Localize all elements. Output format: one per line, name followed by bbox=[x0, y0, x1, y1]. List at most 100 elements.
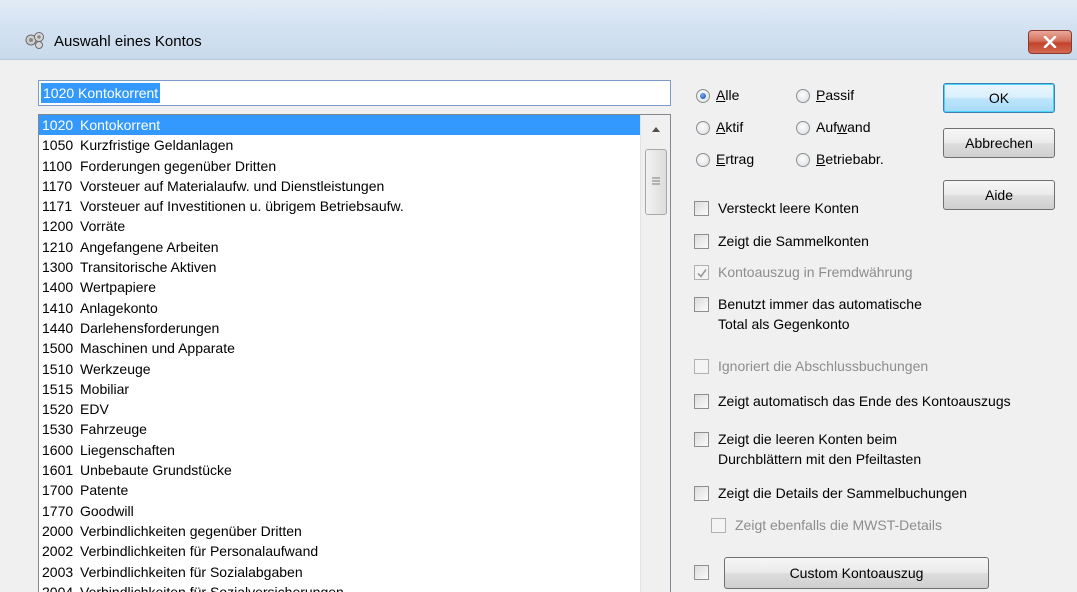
account-number: 1500 bbox=[42, 340, 74, 357]
account-number: 1515 bbox=[42, 380, 74, 397]
radio-passif-indicator[interactable] bbox=[796, 89, 810, 103]
account-number: 2004 bbox=[42, 583, 74, 592]
account-list-item[interactable]: 2004 Verbindlichkeiten für Sozialversiche… bbox=[39, 582, 641, 592]
option-hide-empty-accounts-checkbox[interactable] bbox=[694, 201, 709, 216]
vertical-scrollbar[interactable] bbox=[640, 115, 670, 592]
account-list-item[interactable]: 1520 EDV bbox=[39, 399, 641, 419]
account-number: 1020 bbox=[42, 117, 74, 133]
account-list-item[interactable]: 1210 Angefangene Arbeiten bbox=[39, 237, 641, 257]
search-input-value: 1020 Kontokorrent bbox=[41, 83, 161, 103]
account-search-input[interactable]: 1020 Kontokorrent bbox=[38, 80, 671, 106]
radio-aktif-indicator[interactable] bbox=[696, 121, 710, 135]
option-foreign-currency-label: Kontoauszug in Fremdwährung bbox=[718, 264, 913, 280]
account-number: 1050 bbox=[42, 137, 74, 154]
close-icon bbox=[1043, 36, 1057, 48]
help-button[interactable]: Aide bbox=[943, 180, 1055, 210]
custom-statement-button[interactable]: Custom Kontoauszug bbox=[724, 557, 989, 589]
scroll-thumb[interactable] bbox=[645, 149, 667, 215]
window-title: Auswahl eines Kontos bbox=[54, 33, 202, 50]
account-list-item[interactable]: 2002 Verbindlichkeiten für Personalaufwan… bbox=[39, 541, 641, 561]
account-number: 1440 bbox=[42, 319, 74, 336]
ok-button[interactable]: OK bbox=[943, 83, 1055, 113]
close-button[interactable] bbox=[1028, 30, 1072, 54]
account-name: Vorräte bbox=[80, 218, 126, 235]
account-name: Forderungen gegenüber Dritten bbox=[80, 157, 277, 174]
account-number: 1100 bbox=[42, 157, 73, 174]
radio-alle-indicator[interactable] bbox=[696, 89, 710, 103]
option-custom-statement-checkbox[interactable] bbox=[694, 565, 709, 580]
account-list-item[interactable]: 2000 Verbindlichkeiten gegenüber Dritten bbox=[39, 521, 641, 541]
option-hide-empty-accounts-label: Versteckt leere Konten bbox=[718, 200, 859, 216]
account-name: Goodwill bbox=[80, 502, 134, 519]
account-list[interactable]: 1020 Kontokorrent 1050 Kurzfristige Geldanl… bbox=[38, 114, 671, 592]
account-list-item[interactable]: 1050 Kurzfristige Geldanlagen bbox=[39, 135, 641, 155]
radio-betriebabr-indicator[interactable] bbox=[796, 153, 810, 167]
option-collective-entry-details-label: Zeigt die Details der Sammelbuchungen bbox=[718, 485, 968, 501]
radio-aufwand-indicator[interactable] bbox=[796, 121, 810, 135]
account-list-item[interactable]: 1530 Fahrzeuge bbox=[39, 419, 641, 439]
dialog-window: Auswahl eines Kontos 1020 Kontokorrent 1… bbox=[0, 0, 1077, 592]
account-list-item[interactable]: 1200 Vorräte bbox=[39, 216, 641, 236]
account-list-item[interactable]: 1170 Vorsteuer auf Materialaufw. und Dien… bbox=[39, 176, 641, 196]
option-empty-accounts-arrow-keys-checkbox[interactable] bbox=[694, 432, 709, 447]
account-list-item[interactable]: 1410 Anlagekonto bbox=[39, 298, 641, 318]
option-vat-details-checkbox bbox=[711, 518, 726, 533]
radio-passif-label: Passif bbox=[816, 87, 855, 103]
account-number: 1400 bbox=[42, 279, 74, 296]
option-show-end-of-statement-checkbox[interactable] bbox=[694, 394, 709, 409]
radio-ertrag-indicator[interactable] bbox=[696, 153, 710, 167]
account-list-item[interactable]: 1100 Forderungen gegenüber Dritten bbox=[39, 156, 641, 176]
account-list-item[interactable]: 2003 Verbindlichkeiten für Sozialabgaben bbox=[39, 562, 641, 582]
option-empty-accounts-arrow-keys-label: Zeigt die leeren Konten beim Durchblätter… bbox=[718, 431, 922, 467]
account-name: Kurzfristige Geldanlagen bbox=[80, 137, 234, 154]
account-number: 1200 bbox=[42, 218, 74, 235]
account-list-item[interactable]: 1300 Transitorische Aktiven bbox=[39, 257, 641, 277]
account-list-item[interactable]: 1600 Liegenschaften bbox=[39, 440, 641, 460]
account-number: 1530 bbox=[42, 421, 74, 438]
option-show-end-of-statement-label: Zeigt automatisch das Ende des Kontoausz… bbox=[718, 393, 1011, 409]
chevron-up-icon bbox=[652, 127, 660, 132]
account-list-item[interactable]: 1500 Maschinen und Apparate bbox=[39, 338, 641, 358]
radio-alle-label: Alle bbox=[716, 87, 740, 103]
option-collective-entry-details-checkbox[interactable] bbox=[694, 486, 709, 501]
account-name: Werkzeuge bbox=[80, 360, 151, 377]
option-auto-total-contra-checkbox[interactable] bbox=[694, 297, 709, 312]
account-list-item[interactable]: 1440 Darlehensforderungen bbox=[39, 318, 641, 338]
account-list-item[interactable]: 1510 Werkzeuge bbox=[39, 359, 641, 379]
account-list-item[interactable]: 1515 Mobiliar bbox=[39, 379, 641, 399]
option-show-collective-accounts-checkbox[interactable] bbox=[694, 234, 709, 249]
account-name: Verbindlichkeiten gegenüber Dritten bbox=[80, 522, 302, 539]
title-bar[interactable]: Auswahl eines Kontos bbox=[0, 0, 1077, 60]
account-number: 1600 bbox=[42, 441, 74, 458]
account-name: Maschinen und Apparate bbox=[80, 340, 235, 357]
option-ignore-closing-entries-label: Ignoriert die Abschlussbuchungen bbox=[718, 358, 929, 374]
account-name: Transitorische Aktiven bbox=[80, 259, 217, 276]
radio-aktif-label: Aktif bbox=[716, 119, 744, 135]
account-number: 2000 bbox=[42, 522, 74, 539]
account-list-item[interactable]: 1770 Goodwill bbox=[39, 501, 641, 521]
account-name: Unbebaute Grundstücke bbox=[80, 462, 232, 479]
account-name: Mobiliar bbox=[80, 380, 130, 397]
account-name: Darlehensforderungen bbox=[80, 319, 220, 336]
account-number: 1520 bbox=[42, 401, 74, 418]
grip-icon bbox=[652, 177, 660, 185]
account-name: Verbindlichkeiten für Sozialabgaben bbox=[80, 563, 303, 580]
scroll-up-button[interactable] bbox=[641, 115, 670, 143]
option-vat-details-label: Zeigt ebenfalls die MWST-Details bbox=[735, 517, 942, 533]
account-number: 1601 bbox=[42, 462, 74, 479]
account-list-item[interactable]: 1601 Unbebaute Grundstücke bbox=[39, 460, 641, 480]
account-number: 2002 bbox=[42, 543, 74, 560]
account-name: Fahrzeuge bbox=[80, 421, 147, 438]
account-number: 1700 bbox=[42, 482, 74, 499]
account-name: Verbindlichkeiten für Personalaufwand bbox=[80, 543, 319, 560]
option-show-collective-accounts-label: Zeigt die Sammelkonten bbox=[718, 233, 869, 249]
account-list-item[interactable]: 1700 Patente bbox=[39, 480, 641, 500]
account-list-item[interactable]: 1400 Wertpapiere bbox=[39, 277, 641, 297]
account-name: Verbindlichkeiten für Sozialversicherung… bbox=[80, 583, 344, 592]
account-list-item[interactable]: 1020 Kontokorrent bbox=[39, 115, 641, 136]
radio-betriebabr-label: Betriebabr. bbox=[816, 151, 884, 167]
cancel-button[interactable]: Abbrechen bbox=[943, 128, 1055, 158]
account-name: Patente bbox=[80, 482, 129, 499]
account-list-item[interactable]: 1171 Vorsteuer auf Investitionen u. übrig… bbox=[39, 196, 641, 216]
account-name: Vorsteuer auf Investitionen u. übrigem B… bbox=[80, 198, 404, 215]
